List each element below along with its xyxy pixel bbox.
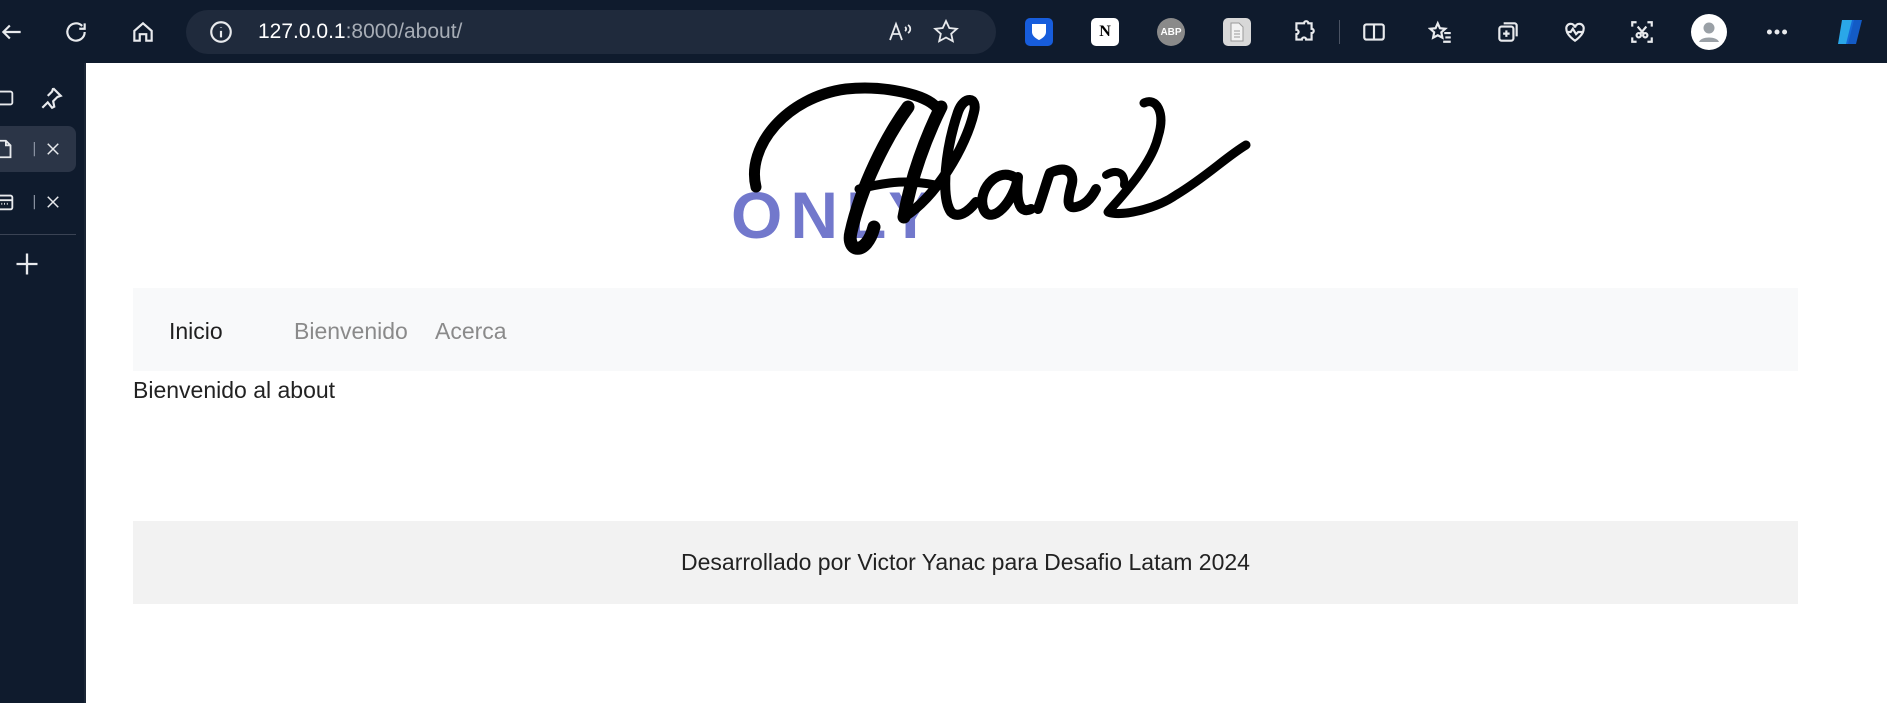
vertical-tabs-sidebar: | | [0, 63, 86, 703]
extensions-button[interactable] [1286, 14, 1322, 50]
nav-link-inicio[interactable]: Inicio [169, 318, 223, 345]
user-icon [1699, 22, 1719, 42]
plus-icon [16, 253, 38, 275]
bitwarden-extension-icon[interactable] [1025, 18, 1053, 46]
tab-actions-icon[interactable] [0, 87, 16, 109]
screenshot-button[interactable] [1624, 14, 1660, 50]
refresh-button[interactable] [58, 14, 94, 50]
split-screen-button[interactable] [1356, 14, 1392, 50]
heart-pulse-icon [1565, 22, 1585, 42]
page-icon [0, 139, 12, 159]
puzzle-icon [1295, 20, 1315, 41]
split-screen-icon [1363, 23, 1385, 41]
favorite-star-icon[interactable] [932, 18, 960, 46]
collections-button[interactable] [1490, 14, 1526, 50]
collections-icon [1498, 22, 1518, 42]
scissors-icon [1631, 21, 1653, 43]
tab-item-about[interactable]: | [0, 126, 76, 172]
back-button[interactable] [0, 14, 30, 50]
ellipsis-icon [1766, 29, 1788, 35]
sidebar-divider [0, 234, 76, 235]
tab-separator: | [32, 141, 37, 157]
nav-link-acerca[interactable]: Acerca [435, 318, 507, 345]
web-page: ONLY Inicio Bienvenido Acerca Bienvenido… [88, 63, 1887, 703]
home-icon [133, 21, 153, 42]
navbar: Inicio Bienvenido Acerca [133, 288, 1798, 371]
new-tab-button[interactable] [0, 241, 76, 287]
url-host: 127.0.0.1 [258, 20, 346, 43]
adblock-plus-extension-icon[interactable]: ABP [1157, 18, 1185, 46]
footer-credit-text: Desarrollado por Victor Yanac para Desaf… [681, 549, 1250, 575]
page-footer: Desarrollado por Victor Yanac para Desaf… [133, 521, 1798, 604]
favorites-list-icon [1428, 20, 1451, 43]
url-text[interactable]: 127.0.0.1:8000/about/ [258, 20, 462, 44]
tab-actions-row [0, 75, 76, 121]
about-welcome-text: Bienvenido al about [133, 377, 336, 403]
site-info-icon[interactable] [208, 19, 234, 45]
address-bar[interactable]: 127.0.0.1:8000/about/ [186, 10, 996, 54]
profile-avatar[interactable] [1691, 14, 1727, 50]
toolbar-divider [1339, 20, 1340, 44]
arrow-left-icon [1, 24, 21, 40]
pin-icon[interactable] [38, 85, 64, 111]
url-path: :8000/about/ [345, 20, 463, 43]
tab-item-second[interactable]: | [0, 179, 76, 225]
refresh-icon [66, 22, 86, 42]
browser-toolbar: 127.0.0.1:8000/about/ N ABP [0, 0, 1887, 63]
nav-link-bienvenido[interactable]: Bienvenido [294, 318, 408, 345]
favorites-button[interactable] [1423, 14, 1459, 50]
notion-extension-icon[interactable]: N [1091, 18, 1119, 46]
close-tab-icon[interactable] [44, 193, 62, 211]
calendar-page-icon [0, 194, 14, 211]
more-options-button[interactable] [1759, 14, 1795, 50]
home-button[interactable] [125, 14, 161, 50]
copilot-button[interactable] [1830, 14, 1870, 50]
flans-script-wordmark [749, 82, 1251, 255]
browser-essentials-button[interactable] [1557, 14, 1593, 50]
close-tab-icon[interactable] [44, 140, 62, 158]
tab-separator: | [32, 194, 37, 210]
onlyflans-logo[interactable]: ONLY [646, 77, 1326, 257]
document-extension-icon[interactable] [1223, 18, 1251, 46]
copilot-icon [1838, 20, 1862, 44]
read-aloud-icon[interactable] [886, 18, 914, 46]
